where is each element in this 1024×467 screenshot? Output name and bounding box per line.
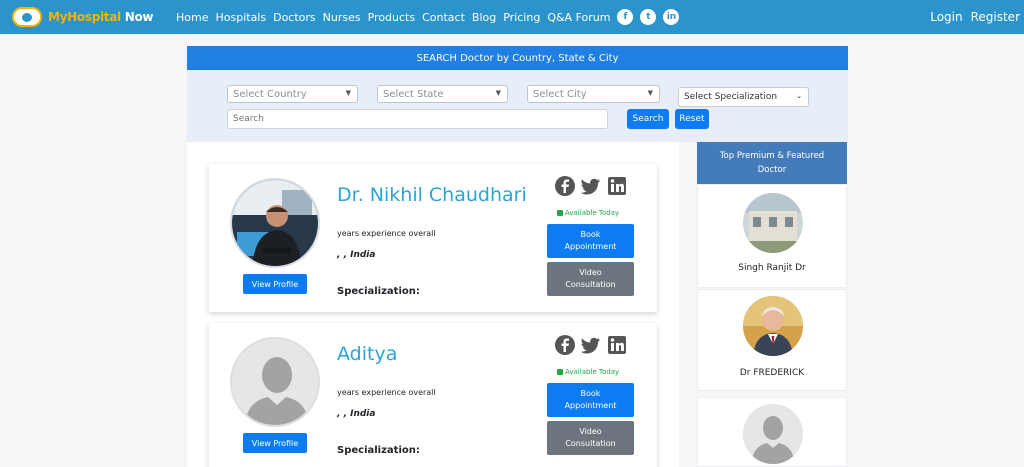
doctor-specialization-label: Specialization: [337,445,420,456]
availability-text: Available Today [565,368,620,376]
doctor-name[interactable]: Aditya [337,343,397,365]
chevron-down-icon: ▼ [345,89,351,97]
doctor-experience: years experience overall [337,388,436,397]
city-select[interactable]: Select City ▼ [527,85,660,103]
nav-link-doctors[interactable]: Doctors [273,11,316,24]
country-select-label: Select Country [233,88,307,100]
featured-doctor-name[interactable]: Dr FREDERICK [698,368,846,378]
site-logo[interactable]: MyHospital Now [12,7,154,27]
logo-text: MyHospital Now [48,10,154,24]
twitter-icon[interactable] [581,335,601,355]
auth-links: Login Register [922,0,1020,34]
logo-icon [12,7,42,27]
login-link[interactable]: Login [930,10,962,24]
chevron-down-icon: ▼ [495,89,501,97]
reset-button[interactable]: Reset [675,109,709,129]
state-select[interactable]: Select State ▼ [377,85,508,103]
book-appointment-button[interactable]: Book Appointment [547,383,634,417]
doctor-name[interactable]: Dr. Nikhil Chaudhari [337,184,527,206]
featured-doctor-photo-placeholder [743,404,803,464]
availability-status: Available Today [557,368,619,376]
featured-doctors-header: Top Premium & Featured Doctor [697,142,847,184]
doctor-location: , , India [337,250,376,260]
featured-doctor-card[interactable]: Singh Ranjit Dr [697,184,847,288]
linkedin-icon[interactable]: in [663,9,680,25]
doctor-card: View Profile Aditya years experience ove… [209,323,657,467]
calendar-icon [557,210,563,216]
nav-links: Home Hospitals Doctors Nurses Products C… [176,0,686,34]
linkedin-icon[interactable] [607,335,627,355]
video-consultation-button[interactable]: Video Consultation [547,262,634,296]
nav-link-contact[interactable]: Contact [422,11,465,24]
availability-text: Available Today [565,209,620,217]
register-link[interactable]: Register [971,10,1020,24]
nav-link-hospitals[interactable]: Hospitals [215,11,266,24]
doctor-photo-placeholder [230,337,320,427]
search-panel: Select Country ▼ Select State ▼ Select C… [187,70,848,142]
featured-doctor-photo [743,193,803,253]
twitter-icon[interactable]: t [640,9,657,25]
availability-status: Available Today [557,209,619,217]
facebook-icon[interactable] [555,176,575,196]
search-header: SEARCH Doctor by Country, State & City [187,46,848,70]
nav-link-home[interactable]: Home [176,11,208,24]
doctor-location: , , India [337,409,376,419]
featured-doctor-card[interactable] [697,397,847,467]
city-select-label: Select City [533,88,587,100]
twitter-icon[interactable] [581,176,601,196]
chevron-down-icon: ⌄ [796,92,802,100]
book-appointment-button[interactable]: Book Appointment [547,224,634,258]
search-input-placeholder: Search [233,114,264,124]
featured-doctor-card[interactable]: Dr FREDERICK [697,289,847,391]
doctor-specialization-label: Specialization: [337,286,420,297]
search-input[interactable]: Search [227,109,608,129]
facebook-icon[interactable]: f [617,9,634,25]
nav-link-products[interactable]: Products [368,11,416,24]
doctor-photo [230,178,320,268]
nav-link-qa-forum[interactable]: Q&A Forum [547,11,610,24]
doctor-experience: years experience overall [337,229,436,238]
view-profile-button[interactable]: View Profile [243,433,307,453]
featured-doctor-name[interactable]: Singh Ranjit Dr [698,263,846,273]
specialization-select[interactable]: Select Specialization ⌄ [678,87,809,107]
country-select[interactable]: Select Country ▼ [227,85,358,103]
chevron-down-icon: ▼ [647,89,653,97]
doctor-card: View Profile Dr. Nikhil Chaudhari years … [209,164,657,312]
search-button[interactable]: Search [627,109,669,129]
calendar-icon [557,369,563,375]
top-navbar: MyHospital Now Home Hospitals Doctors Nu… [0,0,1024,34]
facebook-icon[interactable] [555,335,575,355]
video-consultation-button[interactable]: Video Consultation [547,421,634,455]
nav-link-blog[interactable]: Blog [472,11,496,24]
view-profile-button[interactable]: View Profile [243,274,307,294]
featured-doctor-photo [743,296,803,356]
specialization-select-label: Select Specialization [684,92,778,102]
nav-link-nurses[interactable]: Nurses [323,11,361,24]
nav-link-pricing[interactable]: Pricing [503,11,540,24]
state-select-label: Select State [383,88,444,100]
linkedin-icon[interactable] [607,176,627,196]
